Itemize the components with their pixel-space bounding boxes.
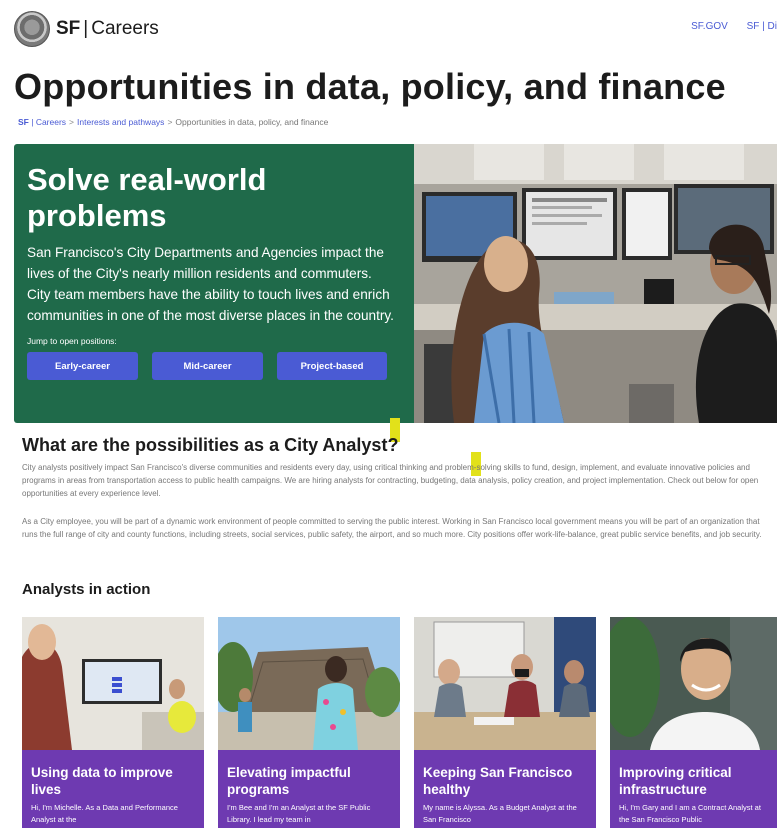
breadcrumb-separator: > <box>69 117 75 127</box>
card-photo <box>22 617 204 750</box>
card-photo <box>218 617 400 750</box>
analyst-card-bee[interactable]: Elevating impactful programs I'm Bee and… <box>218 617 400 828</box>
possibilities-title: What are the possibilities as a City Ana… <box>22 435 399 455</box>
card-body: Using data to improve lives Hi, I'm Mich… <box>22 750 204 828</box>
brand-sf: SF <box>56 18 81 39</box>
top-links: SF.GOV SF | Di <box>675 21 777 32</box>
card-photo <box>610 617 777 750</box>
breadcrumb-interests[interactable]: Interests and pathways <box>77 117 164 127</box>
hero-panel: Solve real-world problems San Francisco'… <box>14 144 414 423</box>
possibilities-paragraph-1: City analysts positively impact San Fran… <box>22 463 759 498</box>
breadcrumb-separator: > <box>167 117 173 127</box>
card-title: Improving critical infrastructure <box>619 765 732 797</box>
sfgov-link[interactable]: SF.GOV <box>691 21 728 32</box>
sf-di-link[interactable]: SF | Di <box>747 21 777 32</box>
jump-buttons: Early-career Mid-career Project-based <box>27 352 401 380</box>
card-body: Elevating impactful programs I'm Bee and… <box>218 750 400 828</box>
breadcrumb: SF | Careers > Interests and pathways > Oppo… <box>18 117 328 127</box>
card-text: Hi, I'm Gary and I am a Contract Analyst… <box>619 803 761 824</box>
possibilities-paragraph-2: As a City employee, you will be part of … <box>22 517 762 539</box>
hero-title: Solve real-world problems <box>27 162 267 233</box>
breadcrumb-home[interactable]: SF | Careers <box>18 117 66 127</box>
card-photo <box>414 617 596 750</box>
brand-name: Careers <box>91 18 159 39</box>
analysts-section-title: Analysts in action <box>22 581 151 598</box>
card-title: Using data to improve lives <box>31 765 173 797</box>
brand-logo[interactable]: SF | Careers <box>56 17 159 41</box>
sf-seal-logo[interactable] <box>14 11 50 47</box>
card-body: Improving critical infrastructure Hi, I'… <box>610 750 777 828</box>
early-career-button[interactable]: Early-career <box>27 352 138 380</box>
hero-text: San Francisco's City Departments and Age… <box>27 245 394 323</box>
office-photo-illustration <box>414 144 777 423</box>
hero-banner: Solve real-world problems San Francisco'… <box>14 144 777 423</box>
portrait-photo <box>610 617 777 750</box>
jump-label: Jump to open positions: <box>27 336 117 346</box>
hero-photo <box>414 144 777 423</box>
presentation-photo <box>22 617 204 750</box>
project-based-button[interactable]: Project-based <box>277 352 387 380</box>
breadcrumb-current: Opportunities in data, policy, and finan… <box>175 117 329 127</box>
mid-career-button[interactable]: Mid-career <box>152 352 263 380</box>
analyst-card-gary[interactable]: Improving critical infrastructure Hi, I'… <box>610 617 777 828</box>
card-text: I'm Bee and I'm an Analyst at the SF Pub… <box>227 803 371 824</box>
card-body: Keeping San Francisco healthy My name is… <box>414 750 596 828</box>
site-header: SF | Careers SF.GOV SF | Di <box>0 0 777 58</box>
analyst-card-alyssa[interactable]: Keeping San Francisco healthy My name is… <box>414 617 596 828</box>
card-title: Keeping San Francisco healthy <box>423 765 573 797</box>
card-text: Hi, I'm Michelle. As a Data and Performa… <box>31 803 178 824</box>
card-text: My name is Alyssa. As a Budget Analyst a… <box>423 803 577 824</box>
meeting-photo <box>414 617 596 750</box>
page-title: Opportunities in data, policy, and finan… <box>14 66 726 107</box>
card-title: Elevating impactful programs <box>227 765 351 797</box>
library-photo <box>218 617 400 750</box>
brand-separator: | <box>83 18 89 39</box>
analyst-card-michelle[interactable]: Using data to improve lives Hi, I'm Mich… <box>22 617 204 828</box>
